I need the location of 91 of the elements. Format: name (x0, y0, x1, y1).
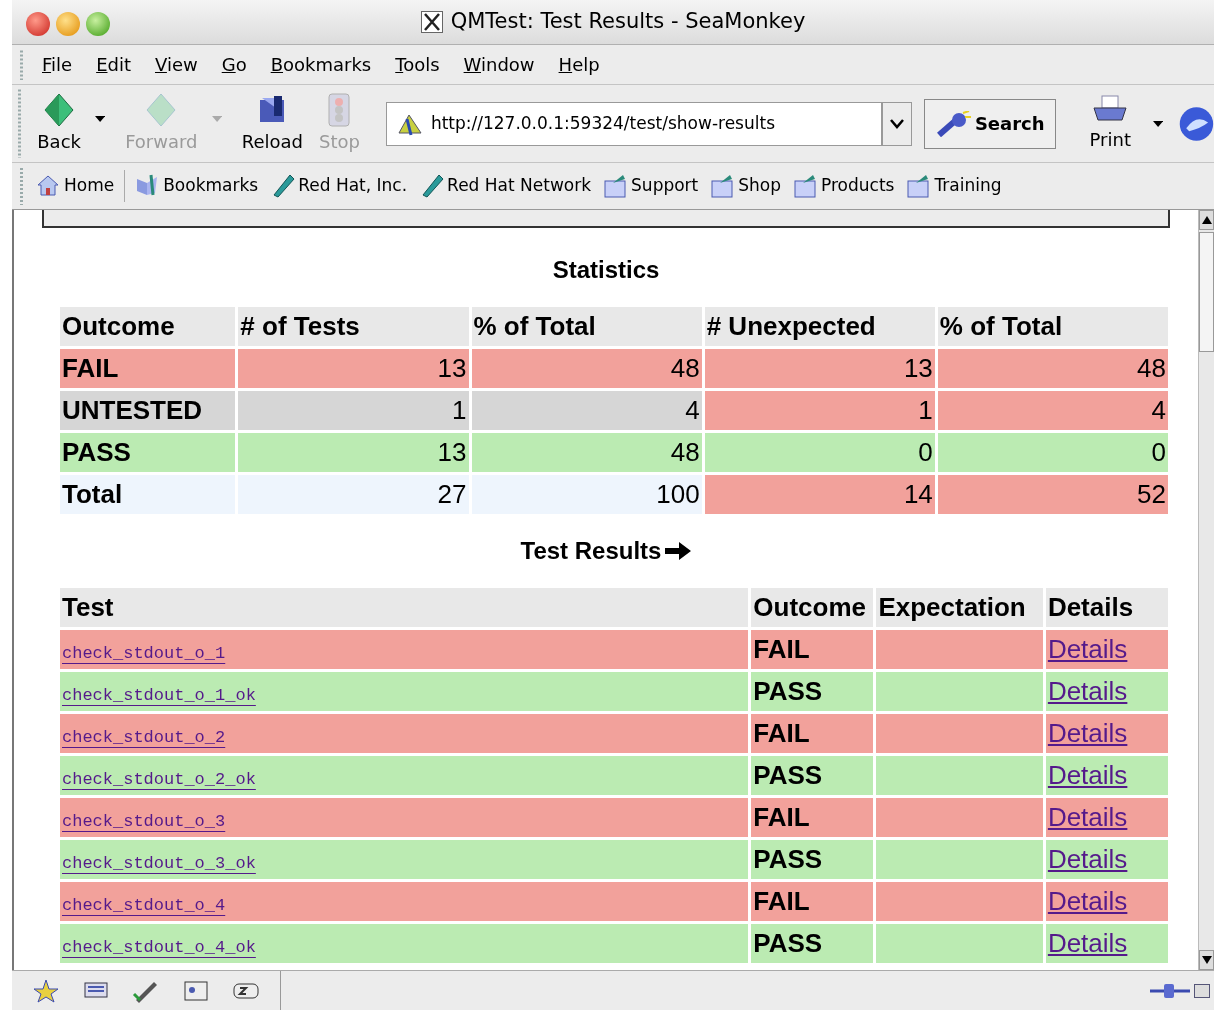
x-window-icon (420, 11, 443, 33)
table-cell: Total (60, 475, 236, 514)
url-field[interactable]: http://127.0.0.1:59324/test/show-results (385, 101, 882, 146)
table-cell: 27 (238, 475, 469, 514)
scrollbar-thumb[interactable] (1199, 232, 1214, 352)
table-cell: PASS (751, 756, 874, 795)
down-arrow-icon[interactable] (1201, 956, 1212, 964)
menu-item[interactable]: Go (209, 51, 259, 78)
chevron-down-icon (889, 118, 904, 129)
table-cell: PASS (751, 840, 874, 879)
table-cell: FAIL (751, 882, 874, 921)
column-header: Outcome (751, 588, 874, 627)
details-link[interactable]: Details (1047, 676, 1128, 706)
menu-item[interactable]: Tools (383, 51, 452, 78)
microphone-icon (934, 110, 971, 137)
table-cell: FAIL (751, 714, 874, 753)
test-link[interactable]: check_stdout_o_2_ok (62, 770, 256, 789)
table-cell: 4 (937, 391, 1168, 430)
table-cell: FAIL (751, 798, 874, 837)
test-link[interactable]: check_stdout_o_2 (62, 728, 226, 747)
dropdown-caret-icon[interactable] (94, 114, 106, 123)
column-header: % of Total (937, 307, 1168, 346)
column-header: # Unexpected (704, 307, 935, 346)
scrollbar[interactable] (1198, 210, 1214, 970)
table-cell: PASS (751, 924, 874, 963)
table-cell: 1 (704, 391, 935, 430)
details-link[interactable]: Details (1047, 760, 1128, 790)
table-cell: 1 (238, 391, 469, 430)
details-link[interactable]: Details (1047, 886, 1128, 916)
bookmark-link[interactable]: Bookmarks (129, 173, 265, 199)
close-button[interactable] (26, 12, 50, 36)
test-link[interactable]: check_stdout_o_1_ok (62, 686, 256, 705)
details-link[interactable]: Details (1047, 802, 1128, 832)
right-arrow-icon[interactable] (665, 542, 692, 560)
table-cell: 0 (704, 433, 935, 472)
print-button[interactable]: Print (1083, 94, 1137, 153)
details-link[interactable]: Details (1047, 928, 1128, 958)
column-header: Outcome (60, 307, 236, 346)
column-header: Details (1045, 588, 1168, 627)
section-heading: Statistics (551, 255, 661, 285)
star-icon[interactable] (32, 977, 60, 1004)
details-link[interactable]: Details (1047, 634, 1128, 664)
bookmark-link[interactable]: Home (30, 173, 121, 199)
url-dropdown-button[interactable] (881, 101, 912, 146)
back-button[interactable]: Back (31, 92, 87, 155)
column-header: # of Tests (238, 307, 469, 346)
table-cell: FAIL (60, 349, 236, 388)
table-cell: UNTESTED (60, 391, 236, 430)
menu-item[interactable]: Window (451, 51, 547, 78)
table-cell: 13 (238, 433, 469, 472)
menu-item[interactable]: File (30, 51, 85, 78)
table-cell: 48 (471, 349, 702, 388)
table-cell: 0 (937, 433, 1168, 472)
table-cell: 13 (704, 349, 935, 388)
window-title: QMTest: Test Results - SeaMonkey (450, 8, 806, 36)
table-cell: PASS (60, 433, 236, 472)
table-cell: 4 (471, 391, 702, 430)
bookmark-link[interactable]: Support (597, 173, 705, 199)
table-cell: 48 (937, 349, 1168, 388)
bookmark-link[interactable]: Products (787, 173, 901, 199)
bookmark-link[interactable]: Red Hat Network (413, 173, 598, 199)
menu-item[interactable]: Help (546, 51, 612, 78)
column-header: % of Total (471, 307, 702, 346)
test-link[interactable]: check_stdout_o_1 (62, 644, 226, 663)
details-link[interactable]: Details (1047, 844, 1128, 874)
test-link[interactable]: check_stdout_o_4_ok (62, 938, 256, 957)
test-link[interactable]: check_stdout_o_4 (62, 896, 226, 915)
bookmark-link[interactable]: Red Hat, Inc. (264, 173, 414, 199)
search-button[interactable]: Search (923, 98, 1056, 149)
dropdown-caret-icon[interactable] (1152, 119, 1164, 128)
table-cell: FAIL (751, 630, 874, 669)
menu-item[interactable]: Edit (84, 51, 143, 78)
column-header: Test (60, 588, 749, 627)
reload-button[interactable]: Reload (235, 92, 309, 155)
menu-item[interactable]: View (143, 51, 210, 78)
test-link[interactable]: check_stdout_o_3_ok (62, 854, 256, 873)
table-cell: PASS (751, 672, 874, 711)
menu-item[interactable]: Bookmarks (258, 51, 384, 78)
table-cell: 52 (937, 475, 1168, 514)
table-cell: 100 (471, 475, 702, 514)
up-arrow-icon[interactable] (1201, 216, 1212, 224)
column-header: Expectation (876, 588, 1043, 627)
bookmark-link[interactable]: Shop (704, 173, 788, 199)
table-cell: 14 (704, 475, 935, 514)
table-cell: 13 (238, 349, 469, 388)
bookmark-link[interactable]: Training (900, 173, 1008, 199)
table-cell: 48 (471, 433, 702, 472)
test-link[interactable]: check_stdout_o_3 (62, 812, 226, 831)
details-link[interactable]: Details (1047, 718, 1128, 748)
lock-icon (1194, 983, 1210, 998)
section-heading: Test Results (520, 536, 662, 566)
